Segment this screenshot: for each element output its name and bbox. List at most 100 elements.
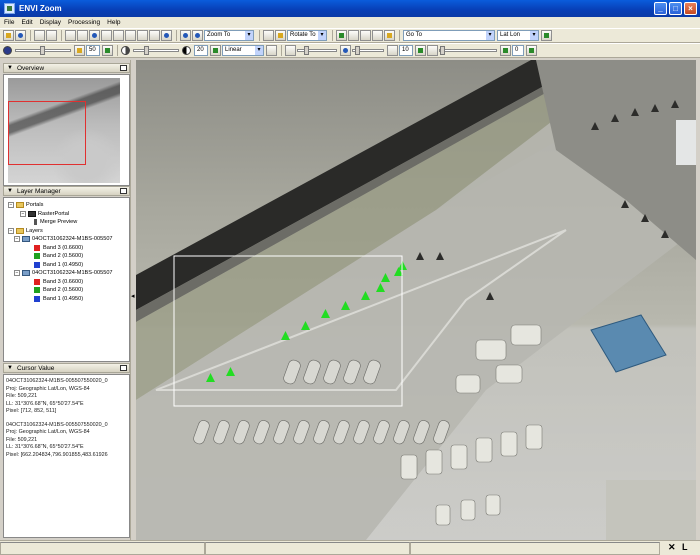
toolbar-separator <box>332 30 333 41</box>
minimize-button[interactable]: _ <box>654 2 667 15</box>
pyramid-icon[interactable] <box>384 30 395 41</box>
histogram-icon[interactable] <box>285 45 296 56</box>
band-item[interactable]: Band 2 (0.5600) <box>8 286 129 295</box>
collapse-icon[interactable]: − <box>20 210 26 217</box>
cursor-value-header[interactable]: ▼ Cursor Value <box>3 363 130 373</box>
slider-thumb[interactable] <box>355 46 360 55</box>
portal-icon[interactable] <box>336 30 347 41</box>
redo-icon[interactable] <box>46 30 57 41</box>
collapse-arrow-icon[interactable]: ▼ <box>7 65 13 71</box>
undock-icon[interactable] <box>120 65 127 71</box>
flicker-icon[interactable] <box>360 30 371 41</box>
title-bar: ENVI Zoom _ □ × <box>0 0 700 17</box>
collapse-arrow-icon[interactable]: ▼ <box>7 188 13 194</box>
swipe-icon[interactable] <box>372 30 383 41</box>
brightness-value[interactable]: 50 <box>86 45 100 56</box>
left-panel-column: ▼ Overview ▼ Layer Manager − Portals − Ras… <box>3 60 130 540</box>
undo-icon[interactable] <box>34 30 45 41</box>
roi-icon[interactable] <box>149 30 160 41</box>
merge-icon <box>34 219 37 226</box>
stretch-dropdown[interactable]: Linear <box>222 45 264 56</box>
zoom-in-icon[interactable] <box>180 30 191 41</box>
fly-icon[interactable] <box>101 30 112 41</box>
collapse-icon[interactable]: − <box>8 202 14 209</box>
go-icon[interactable] <box>541 30 552 41</box>
cancel-process-icon[interactable]: ✕ <box>668 542 676 553</box>
contrast-value[interactable]: 20 <box>194 45 208 56</box>
slider-thumb[interactable] <box>440 46 445 55</box>
enhancement-toolbar: 50 20 Linear 10 0 <box>0 43 700 58</box>
rotate-icon[interactable] <box>89 30 100 41</box>
collapse-icon[interactable]: − <box>8 227 14 234</box>
brightness-slider[interactable] <box>15 46 71 55</box>
band-item[interactable]: Band 1 (0.4950) <box>8 295 129 304</box>
contrast-slider[interactable] <box>133 46 179 55</box>
tree-node-layers[interactable]: − Layers <box>8 227 129 236</box>
rotate-to-dropdown[interactable]: Rotate To <box>287 30 327 41</box>
reset-contrast-icon[interactable] <box>210 45 221 56</box>
coordinate-system-dropdown[interactable]: Lat Lon <box>497 30 539 41</box>
portal-icon <box>28 210 36 217</box>
slider-thumb[interactable] <box>144 46 149 55</box>
menu-help[interactable]: Help <box>107 19 120 26</box>
menu-file[interactable]: File <box>4 19 14 26</box>
image-view[interactable] <box>136 60 696 540</box>
slider-thumb[interactable] <box>40 46 45 55</box>
stretch-options-icon[interactable] <box>266 45 277 56</box>
open-file-icon[interactable] <box>3 30 14 41</box>
vector-icon[interactable] <box>125 30 136 41</box>
sharpen-slider[interactable] <box>297 46 337 55</box>
select-arrow-icon[interactable] <box>65 30 76 41</box>
save-icon[interactable] <box>15 30 26 41</box>
band-item[interactable]: Band 2 (0.5600) <box>8 252 129 261</box>
tree-node-raster-portal[interactable]: − RasterPortal <box>8 210 129 219</box>
pan-hand-icon[interactable] <box>77 30 88 41</box>
crosshair-icon[interactable] <box>113 30 124 41</box>
toolbar-separator <box>259 30 260 41</box>
transparency-value[interactable]: 0 <box>512 45 524 56</box>
band-item[interactable]: Band 3 (0.6600) <box>8 278 129 287</box>
collapse-icon[interactable]: − <box>14 270 20 277</box>
tree-label: 04OCT31062324-M1BS-005507 <box>32 236 113 242</box>
band-item[interactable]: Band 3 (0.6600) <box>8 244 129 253</box>
collapse-icon[interactable]: − <box>14 236 20 243</box>
go-to-dropdown[interactable]: Go To <box>403 30 495 41</box>
tree-node-layer-1[interactable]: − 04OCT31062324-M1BS-005507 <box>8 235 129 244</box>
undock-icon[interactable] <box>120 188 127 194</box>
collapse-arrow-icon[interactable]: ▼ <box>7 365 13 371</box>
menu-processing[interactable]: Processing <box>68 19 100 26</box>
tree-node-layer-2[interactable]: − 04OCT31062324-M1BS-005507 <box>8 269 129 278</box>
zoom-to-dropdown[interactable]: Zoom To <box>204 30 254 41</box>
overview-window[interactable] <box>3 74 130 186</box>
zoom-out-icon[interactable] <box>192 30 203 41</box>
annotation-icon[interactable] <box>137 30 148 41</box>
raster-layer-icon <box>22 270 30 277</box>
reset-sharpen-icon[interactable] <box>415 45 426 56</box>
rotate-tool-icon[interactable] <box>263 30 274 41</box>
transparency-slider[interactable] <box>439 46 497 55</box>
menu-display[interactable]: Display <box>40 19 61 26</box>
globe-icon[interactable] <box>161 30 172 41</box>
brightness-icon <box>3 46 12 55</box>
person-icon[interactable] <box>275 30 286 41</box>
undock-icon[interactable] <box>120 365 127 371</box>
sharpen-value[interactable]: 10 <box>399 45 413 56</box>
maximize-button[interactable]: □ <box>669 2 682 15</box>
tree-node-merge-preview[interactable]: Merge Preview <box>8 218 129 227</box>
menu-edit[interactable]: Edit <box>21 19 32 26</box>
sharpen-slider-2[interactable] <box>352 46 384 55</box>
tree-node-portals[interactable]: − Portals <box>8 201 129 210</box>
slider-thumb[interactable] <box>304 46 309 55</box>
band-label: Band 2 (0.5600) <box>43 287 84 293</box>
contrast-end-icon <box>182 46 191 55</box>
overview-panel-header[interactable]: ▼ Overview <box>3 63 130 73</box>
layer-manager-header[interactable]: ▼ Layer Manager <box>3 186 130 196</box>
blend-icon[interactable] <box>348 30 359 41</box>
overview-view-box[interactable] <box>8 101 86 165</box>
window-controls: _ □ × <box>654 2 697 15</box>
red-band-swatch <box>34 244 40 251</box>
band-item[interactable]: Band 1 (0.4950) <box>8 261 129 270</box>
reset-brightness-icon[interactable] <box>102 45 113 56</box>
reset-transparency-icon[interactable] <box>526 45 537 56</box>
close-window-button[interactable]: × <box>684 2 697 15</box>
